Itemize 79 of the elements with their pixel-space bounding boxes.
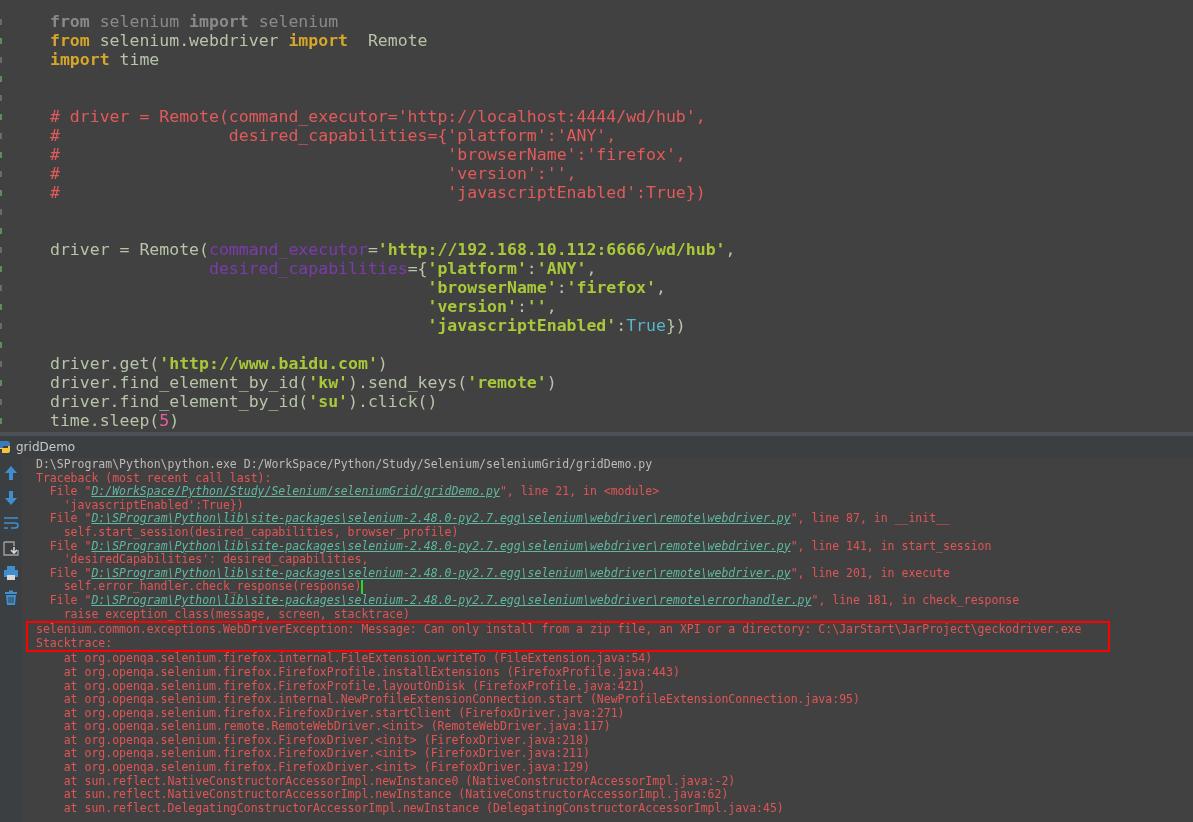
code-line: 'version':'', bbox=[426, 297, 558, 316]
console-line: File "D:\SProgram\Python\lib\site-packages\selenium-2.48.0-py2.7.egg\selenium\webdriver\remote\webdriver.py", line 87, in __init__ bbox=[48, 512, 951, 526]
change-marker-icon bbox=[0, 417, 2, 424]
file-link[interactable]: D:\SProgram\Python\lib\site-packages\selenium-2.48.0-py2.7.egg\selenium\webdriver\remote\errorhandler.py bbox=[91, 592, 812, 607]
console-line: File "D:\SProgram\Python\lib\site-packages\selenium-2.48.0-py2.7.egg\selenium\webdriver\remote\errorhandler.py", line 181, in check_response bbox=[48, 593, 1021, 608]
console-line: Stacktrace: bbox=[36, 636, 113, 651]
console-line: selenium.common.exceptions.WebDriverException: Message: Can only install from a zip file, an XPI or a directory: C:\JarStart\JarProject\geckodriver.exe bbox=[36, 623, 1083, 637]
change-marker-icon bbox=[0, 227, 2, 234]
change-marker-icon bbox=[0, 18, 2, 25]
up-arrow-icon[interactable] bbox=[4, 465, 18, 481]
console-line: at sun.reflect.DelegatingConstructorAccessorImpl.newInstance (DelegatingConstructorAccessorImpl.java:45) bbox=[62, 801, 785, 816]
code-line: # 'javascriptEnabled':True}) bbox=[50, 183, 707, 202]
console-line: at org.openqa.selenium.firefox.internal.NewProfileExtensionConnection.start (NewProfileExtensionConnection.java:95) bbox=[62, 693, 861, 707]
console-line: self.error_handler.check_response(response) bbox=[63, 580, 364, 594]
console-line: at sun.reflect.NativeConstructorAccessorImpl.newInstance (NativeConstructorAccessorImpl.java:62) bbox=[62, 788, 729, 802]
file-link[interactable]: D:\SProgram\Python\lib\site-packages\selenium-2.48.0-py2.7.egg\selenium\webdriver\remote\webdriver.py bbox=[91, 565, 791, 580]
change-marker-icon bbox=[0, 75, 2, 82]
file-link[interactable]: D:/WorkSpace/Python/Study/Selenium/seleniumGrid/gridDemo.py bbox=[91, 484, 500, 499]
python-logo-icon bbox=[0, 440, 11, 454]
console-line: 'javascriptEnabled':True}) bbox=[63, 498, 244, 513]
change-marker-icon bbox=[0, 322, 2, 329]
file-link[interactable]: D:\SProgram\Python\lib\site-packages\selenium-2.48.0-py2.7.egg\selenium\webdriver\remote\webdriver.py bbox=[91, 538, 791, 553]
change-marker-icon bbox=[0, 379, 2, 386]
code-line: driver.get('http://www.baidu.com') bbox=[50, 354, 389, 373]
text-cursor bbox=[361, 580, 364, 595]
file-link[interactable]: D:\SProgram\Python\lib\site-packages\selenium-2.48.0-py2.7.egg\selenium\webdriver\remote\webdriver.py bbox=[91, 511, 791, 526]
code-line: driver.find_element_by_id('su').click() bbox=[50, 392, 439, 411]
change-marker-icon bbox=[0, 170, 2, 177]
console-line: at org.openqa.selenium.firefox.FirefoxDriver.<init> (FirefoxDriver.java:218) bbox=[62, 733, 590, 748]
console-line: at org.openqa.selenium.firefox.FirefoxDriver.<init> (FirefoxDriver.java:129) bbox=[62, 761, 591, 775]
change-marker-icon bbox=[0, 284, 2, 291]
change-marker-icon bbox=[0, 37, 2, 44]
change-marker-icon bbox=[0, 132, 2, 139]
change-marker-icon bbox=[0, 94, 2, 101]
code-line: 'browserName':'firefox', bbox=[426, 278, 667, 297]
console-line: File "D:/WorkSpace/Python/Study/Selenium/seleniumGrid/gridDemo.py", line 21, in <module> bbox=[48, 485, 661, 499]
console-line: File "D:\SProgram\Python\lib\site-packages\selenium-2.48.0-py2.7.egg\selenium\webdriver\remote\webdriver.py", line 201, in execute bbox=[48, 566, 951, 581]
change-marker-icon bbox=[0, 151, 2, 158]
code-line: time.sleep(5) bbox=[50, 411, 181, 430]
console-line: File "D:\SProgram\Python\lib\site-packages\selenium-2.48.0-py2.7.egg\selenium\webdriver\remote\webdriver.py", line 141, in start_session bbox=[48, 539, 993, 554]
change-marker-icon bbox=[0, 398, 2, 405]
console-line: self.start_session(desired_capabilities, browser_profile) bbox=[62, 525, 459, 540]
code-line: driver = Remote(command_executor='http://192.168.10.112:6666/wd/hub', bbox=[50, 240, 736, 259]
change-marker-icon bbox=[0, 265, 2, 272]
panel-title: gridDemo bbox=[16, 440, 76, 454]
console-line: D:\SProgram\Python\python.exe D:/WorkSpace/Python/Study/Selenium/seleniumGrid/gridDemo.py bbox=[36, 458, 654, 472]
soft-wrap-icon[interactable] bbox=[3, 515, 19, 531]
trash-icon[interactable] bbox=[4, 590, 18, 606]
code-line: from selenium.webdriver import Remote bbox=[50, 31, 429, 50]
console-line: at org.openqa.selenium.firefox.FirefoxDriver.startClient (FirefoxDriver.java:271) bbox=[62, 706, 625, 721]
change-marker-icon bbox=[0, 113, 2, 120]
code-line: import time bbox=[50, 50, 161, 69]
code-line: desired_capabilities={'platform':'ANY', bbox=[207, 259, 598, 278]
console-line: at org.openqa.selenium.firefox.FirefoxDriver.<init> (FirefoxDriver.java:211) bbox=[62, 747, 591, 761]
down-arrow-icon[interactable] bbox=[4, 490, 18, 506]
code-line: # driver = Remote(command_executor='http://localhost:4444/wd/hub', bbox=[50, 107, 707, 126]
console-line: at sun.reflect.NativeConstructorAccessorImpl.newInstance0 (NativeConstructorAccessorImpl.java:-2) bbox=[62, 774, 737, 789]
console-line: raise exception_class(message, screen, stacktrace) bbox=[62, 607, 410, 622]
console-line: 'desiredCapabilities': desired_capabilities, bbox=[62, 553, 369, 567]
change-marker-icon bbox=[0, 360, 2, 367]
console-line: at org.openqa.selenium.remote.RemoteWebDriver.<init> (RemoteWebDriver.java:117) bbox=[62, 720, 611, 734]
console-line: at org.openqa.selenium.firefox.FirefoxProfile.installExtensions (FirefoxProfile.java:443) bbox=[62, 665, 681, 680]
console-line: Traceback (most recent call last): bbox=[36, 471, 272, 485]
code-line: driver.find_element_by_id('kw').send_keys('remote') bbox=[50, 373, 558, 392]
change-marker-icon bbox=[0, 56, 2, 63]
change-marker-icon bbox=[0, 303, 2, 310]
printer-icon[interactable] bbox=[3, 565, 19, 581]
change-marker-icon bbox=[0, 246, 2, 253]
change-marker-icon bbox=[0, 189, 2, 196]
change-marker-icon bbox=[0, 341, 2, 348]
scroll-to-end-icon[interactable] bbox=[3, 540, 19, 556]
console-line: at org.openqa.selenium.firefox.FirefoxProfile.layoutOnDisk (FirefoxProfile.java:421) bbox=[62, 679, 646, 693]
change-marker-icon bbox=[0, 208, 2, 215]
code-line: # desired_capabilities={'platform':'ANY', bbox=[50, 126, 618, 145]
code-line: # 'browserName':'firefox', bbox=[50, 145, 687, 164]
code-line: 'javascriptEnabled':True}) bbox=[426, 316, 687, 335]
code-line: # 'version':'', bbox=[50, 164, 578, 183]
console-line: at org.openqa.selenium.firefox.internal.FileExtension.writeTo (FileExtension.java:54) bbox=[62, 652, 654, 666]
code-line: from selenium import selenium bbox=[50, 12, 340, 31]
